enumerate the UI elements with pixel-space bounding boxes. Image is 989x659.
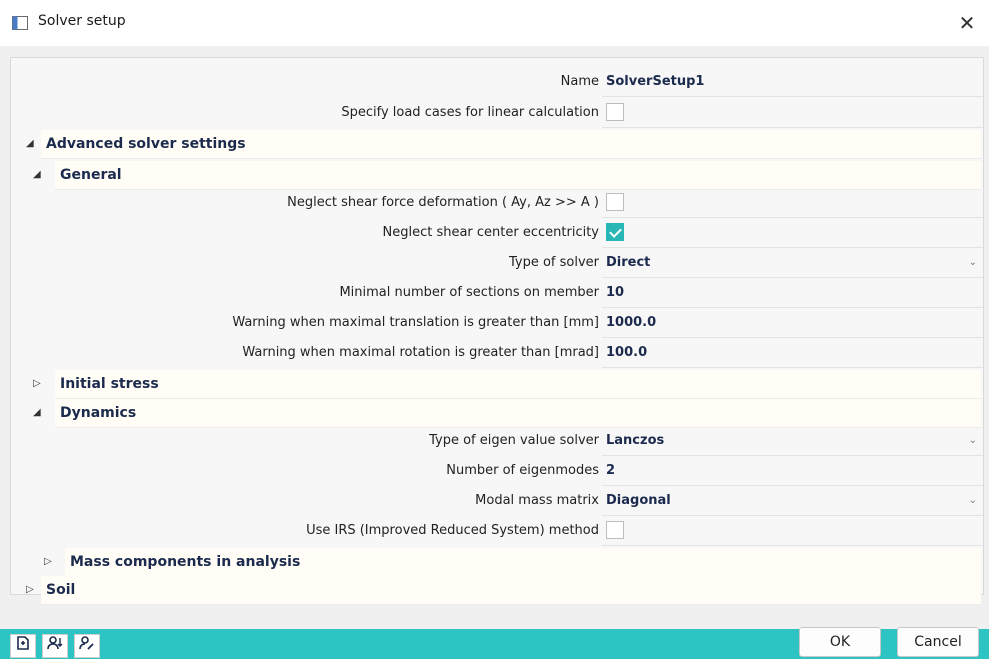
use-irs-cell	[602, 516, 983, 546]
group-band	[41, 576, 981, 605]
group-title: General	[60, 167, 122, 183]
group-title: Mass components in analysis	[70, 554, 301, 570]
user-sort-icon	[47, 636, 63, 655]
neglect-shear-force-cell	[602, 188, 983, 218]
dialog-body: Name SolverSetup1 Specify load cases for…	[0, 46, 989, 659]
chevron-down-icon[interactable]: ⌄	[969, 486, 977, 516]
document-add-icon	[15, 636, 31, 655]
name-field[interactable]: SolverSetup1	[602, 67, 983, 97]
document-add-button[interactable]	[10, 634, 36, 658]
use-irs-checkbox[interactable]	[606, 521, 624, 539]
type-of-solver-label: Type of solver	[508, 255, 599, 270]
expand-triangle-icon[interactable]: ▷	[26, 575, 34, 605]
user-edit-icon	[79, 636, 95, 655]
num-eigenmodes-label: Number of eigenmodes	[446, 463, 599, 478]
group-band	[55, 161, 981, 190]
name-label: Name	[560, 74, 599, 89]
row-neglect-shear-force: Neglect shear force deformation ( Ay, Az…	[11, 188, 983, 218]
modal-mass-value: Diagonal	[606, 493, 671, 508]
group-title: Dynamics	[60, 405, 137, 421]
user-sort-button[interactable]	[42, 634, 68, 658]
row-eigen-solver: Type of eigen value solver Lanczos ⌄	[11, 426, 983, 456]
modal-mass-label: Modal mass matrix	[475, 493, 599, 508]
group-initial-stress[interactable]: ▷ Initial stress	[11, 369, 983, 399]
user-edit-button[interactable]	[74, 634, 100, 658]
ok-button[interactable]: OK	[799, 627, 881, 657]
neglect-shear-center-label: Neglect shear center eccentricity	[382, 225, 599, 240]
group-advanced-solver-settings[interactable]: ◢ Advanced solver settings	[11, 129, 983, 159]
window-title: Solver setup	[38, 13, 126, 29]
row-modal-mass: Modal mass matrix Diagonal ⌄	[11, 486, 983, 516]
specify-load-cases-label: Specify load cases for linear calculatio…	[341, 105, 599, 120]
close-button[interactable]: ✕	[945, 0, 989, 46]
collapse-triangle-icon[interactable]: ◢	[26, 129, 34, 159]
warn-translation-label: Warning when maximal translation is grea…	[232, 315, 599, 330]
row-use-irs: Use IRS (Improved Reduced System) method	[11, 516, 983, 546]
group-general[interactable]: ◢ General	[11, 160, 983, 190]
neglect-shear-force-checkbox[interactable]	[606, 193, 624, 211]
group-title: Initial stress	[60, 376, 159, 392]
group-band	[55, 399, 981, 428]
cancel-button[interactable]: Cancel	[897, 627, 979, 657]
use-irs-label: Use IRS (Improved Reduced System) method	[306, 523, 599, 538]
property-grid[interactable]: Name SolverSetup1 Specify load cases for…	[10, 57, 984, 605]
group-title: Advanced solver settings	[46, 136, 246, 152]
row-warn-rotation: Warning when maximal rotation is greater…	[11, 338, 983, 368]
row-name: Name SolverSetup1	[11, 67, 983, 97]
row-min-sections: Minimal number of sections on member 10	[11, 278, 983, 308]
window-app-icon	[12, 15, 28, 30]
min-sections-field[interactable]: 10	[602, 278, 983, 308]
collapse-triangle-icon[interactable]: ◢	[33, 160, 41, 190]
row-type-of-solver: Type of solver Direct ⌄	[11, 248, 983, 278]
modal-mass-dropdown[interactable]: Diagonal ⌄	[602, 486, 983, 516]
expand-triangle-icon[interactable]: ▷	[33, 369, 41, 399]
neglect-shear-center-cell	[602, 218, 983, 248]
group-band	[55, 370, 981, 399]
specify-load-cases-cell	[602, 98, 983, 128]
eigen-solver-value: Lanczos	[606, 433, 665, 448]
group-mass-components[interactable]: ▷ Mass components in analysis	[11, 547, 983, 577]
expand-triangle-icon[interactable]: ▷	[44, 547, 52, 577]
neglect-shear-force-label: Neglect shear force deformation ( Ay, Az…	[287, 195, 599, 210]
min-sections-label: Minimal number of sections on member	[339, 285, 599, 300]
eigen-solver-dropdown[interactable]: Lanczos ⌄	[602, 426, 983, 456]
chevron-down-icon[interactable]: ⌄	[969, 426, 977, 456]
chevron-down-icon[interactable]: ⌄	[969, 248, 977, 278]
warn-translation-field[interactable]: 1000.0	[602, 308, 983, 338]
title-bar: Solver setup ✕	[0, 0, 989, 47]
collapse-triangle-icon[interactable]: ◢	[33, 398, 41, 428]
type-of-solver-dropdown[interactable]: Direct ⌄	[602, 248, 983, 278]
row-neglect-shear-center: Neglect shear center eccentricity	[11, 218, 983, 248]
row-specify-load-cases: Specify load cases for linear calculatio…	[11, 98, 983, 128]
type-of-solver-value: Direct	[606, 255, 651, 270]
specify-load-cases-checkbox[interactable]	[606, 103, 624, 121]
group-dynamics[interactable]: ◢ Dynamics	[11, 398, 983, 428]
warn-rotation-label: Warning when maximal rotation is greater…	[242, 345, 599, 360]
eigen-solver-label: Type of eigen value solver	[429, 433, 599, 448]
warn-rotation-field[interactable]: 100.0	[602, 338, 983, 368]
row-warn-translation: Warning when maximal translation is grea…	[11, 308, 983, 338]
num-eigenmodes-field[interactable]: 2	[602, 456, 983, 486]
close-icon: ✕	[958, 11, 976, 35]
neglect-shear-center-checkbox[interactable]	[606, 223, 624, 241]
group-title: Soil	[46, 582, 76, 598]
row-num-eigenmodes: Number of eigenmodes 2	[11, 456, 983, 486]
group-soil[interactable]: ▷ Soil	[11, 575, 983, 605]
